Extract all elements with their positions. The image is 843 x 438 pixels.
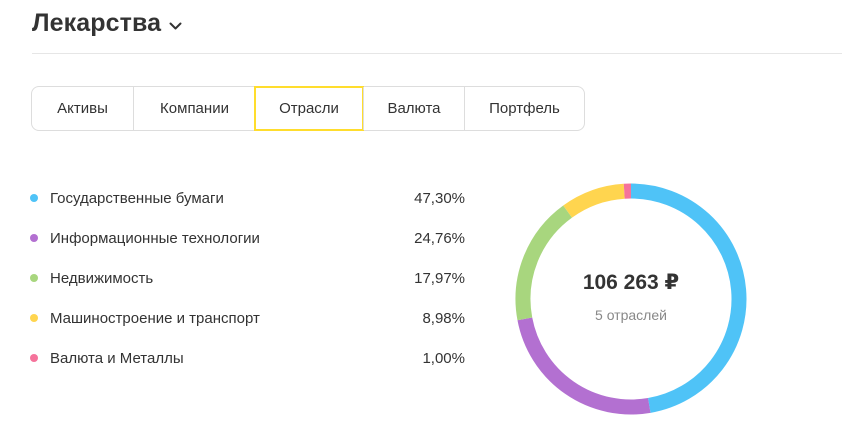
sector-name: Машиностроение и транспорт bbox=[50, 309, 260, 327]
sector-list: Государственные бумаги 47,30% Информацио… bbox=[30, 178, 465, 378]
sector-name: Недвижимость bbox=[50, 269, 154, 287]
legend-dot bbox=[30, 354, 38, 362]
list-item: Государственные бумаги 47,30% bbox=[30, 178, 465, 218]
page-title[interactable]: Лекарства bbox=[32, 9, 161, 38]
legend-dot bbox=[30, 274, 38, 282]
tab-assets[interactable]: Активы bbox=[32, 87, 133, 130]
sector-name: Валюта и Металлы bbox=[50, 349, 184, 367]
list-item: Недвижимость 17,97% bbox=[30, 258, 465, 298]
donut-slice-3[interactable] bbox=[515, 205, 573, 321]
donut-slice-2[interactable] bbox=[517, 317, 651, 415]
sector-percent: 24,76% bbox=[414, 229, 465, 247]
sector-percent: 1,00% bbox=[422, 349, 465, 367]
donut-slice-1[interactable] bbox=[630, 183, 747, 413]
legend-dot bbox=[30, 234, 38, 242]
tab-bar: Активы Компании Отрасли Валюта Портфель bbox=[31, 86, 585, 131]
donut-slice-4[interactable] bbox=[563, 183, 625, 218]
sector-percent: 47,30% bbox=[414, 189, 465, 207]
sector-percent: 17,97% bbox=[414, 269, 465, 287]
list-item: Машиностроение и транспорт 8,98% bbox=[30, 298, 465, 338]
portfolio-total: 106 263 ₽ bbox=[582, 271, 680, 294]
legend-dot bbox=[30, 194, 38, 202]
sector-name: Государственные бумаги bbox=[50, 189, 224, 207]
tab-currency[interactable]: Валюта bbox=[363, 87, 464, 130]
donut-chart bbox=[515, 183, 747, 415]
list-item: Валюта и Металлы 1,00% bbox=[30, 338, 465, 378]
tab-sectors[interactable]: Отрасли bbox=[254, 86, 364, 131]
chevron-down-icon[interactable] bbox=[169, 22, 182, 31]
sector-count: 5 отраслей bbox=[595, 307, 667, 323]
legend-dot bbox=[30, 314, 38, 322]
list-item: Информационные технологии 24,76% bbox=[30, 218, 465, 258]
header-divider bbox=[32, 53, 842, 54]
sector-name: Информационные технологии bbox=[50, 229, 260, 247]
tab-portfolio[interactable]: Портфель bbox=[464, 87, 584, 130]
sector-percent: 8,98% bbox=[422, 309, 465, 327]
tab-companies[interactable]: Компании bbox=[133, 87, 255, 130]
page-header: Лекарства bbox=[32, 6, 182, 40]
